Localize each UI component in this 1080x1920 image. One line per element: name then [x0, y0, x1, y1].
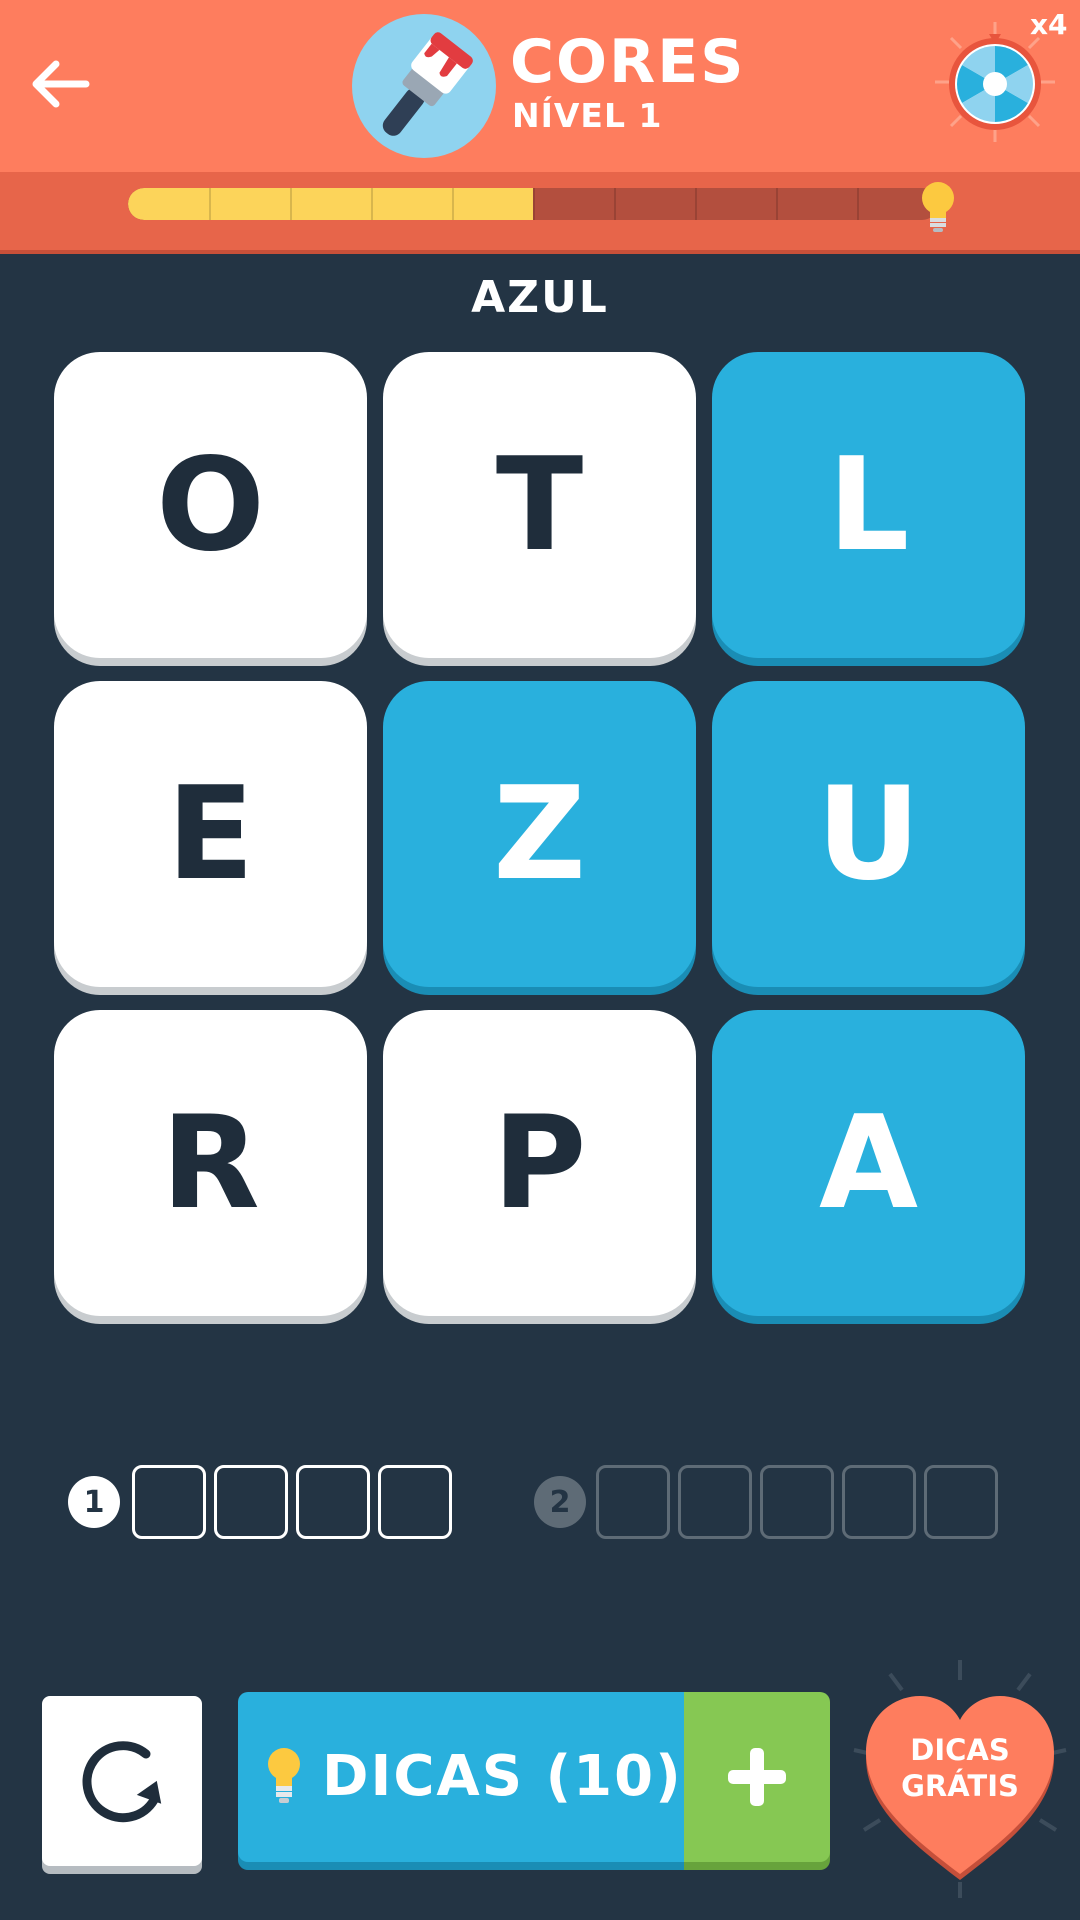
tile-letter: Z: [493, 759, 586, 909]
letter-tile[interactable]: U: [712, 681, 1025, 987]
multiplier-badge: x4: [1030, 8, 1068, 41]
answer-slot: [924, 1465, 998, 1539]
progress-segment-divider: [452, 188, 454, 220]
progress-segment-divider: [371, 188, 373, 220]
lightbulb-icon: [268, 1748, 300, 1803]
progress-bar: [128, 188, 938, 220]
answer-slot: [596, 1465, 670, 1539]
tile-letter: T: [495, 430, 584, 580]
letter-tile[interactable]: P: [383, 1010, 696, 1316]
progress-segment-divider: [290, 188, 292, 220]
progress-segment-divider: [614, 188, 616, 220]
answer-number-badge: 2: [534, 1476, 586, 1528]
category-title: CORES: [510, 27, 746, 97]
progress-segment-divider: [533, 188, 535, 220]
tile-letter: U: [816, 759, 921, 909]
category-icon-badge: [352, 14, 496, 158]
progress-fill: [128, 188, 533, 220]
answer-slot: [378, 1465, 452, 1539]
letter-tile[interactable]: L: [712, 352, 1025, 658]
tile-letter: A: [818, 1088, 919, 1238]
top-bar: CORES NÍVEL 1 x4: [0, 0, 1080, 172]
letter-tile[interactable]: A: [712, 1010, 1025, 1316]
free-hints-label: DICAS GRÁTIS: [850, 1732, 1070, 1804]
tile-letter: P: [492, 1088, 587, 1238]
progress-segment-divider: [209, 188, 211, 220]
answer-slot: [678, 1465, 752, 1539]
answer-slot: [296, 1465, 370, 1539]
answer-slot: [214, 1465, 288, 1539]
free-hints-line2: GRÁTIS: [901, 1769, 1019, 1803]
free-hints-line1: DICAS: [910, 1733, 1010, 1767]
tile-letter: E: [166, 759, 255, 909]
answer-slot: [842, 1465, 916, 1539]
tile-letter: L: [827, 430, 910, 580]
tile-letter: R: [161, 1088, 260, 1238]
letter-tile[interactable]: Z: [383, 681, 696, 987]
refresh-icon: [82, 1741, 162, 1823]
level-label: NÍVEL 1: [512, 96, 663, 135]
answer-slot: [132, 1465, 206, 1539]
level-progress-strip: [0, 172, 1080, 250]
arrow-left-icon: [32, 60, 90, 108]
progress-segment-divider: [776, 188, 778, 220]
answer-slot: [760, 1465, 834, 1539]
paintbrush-icon: [382, 32, 473, 136]
progress-segment-divider: [695, 188, 697, 220]
progress-segment-divider: [857, 188, 859, 220]
lightbulb-icon: [922, 182, 954, 232]
letter-tile[interactable]: O: [54, 352, 367, 658]
buy-hints-button[interactable]: [684, 1692, 830, 1862]
answer-number-badge: 1: [68, 1476, 120, 1528]
found-word-label: AZUL: [471, 272, 609, 323]
plus-icon: [728, 1748, 786, 1806]
reset-button[interactable]: [42, 1696, 202, 1866]
hints-button[interactable]: DICAS (10): [238, 1692, 684, 1862]
letter-tile[interactable]: R: [54, 1010, 367, 1316]
back-button[interactable]: [26, 50, 94, 118]
letter-tile[interactable]: E: [54, 681, 367, 987]
free-hints-button[interactable]: DICAS GRÁTIS: [850, 1660, 1070, 1900]
tile-letter: O: [156, 430, 265, 580]
letter-tile[interactable]: T: [383, 352, 696, 658]
hints-label: DICAS (10): [322, 1744, 683, 1809]
